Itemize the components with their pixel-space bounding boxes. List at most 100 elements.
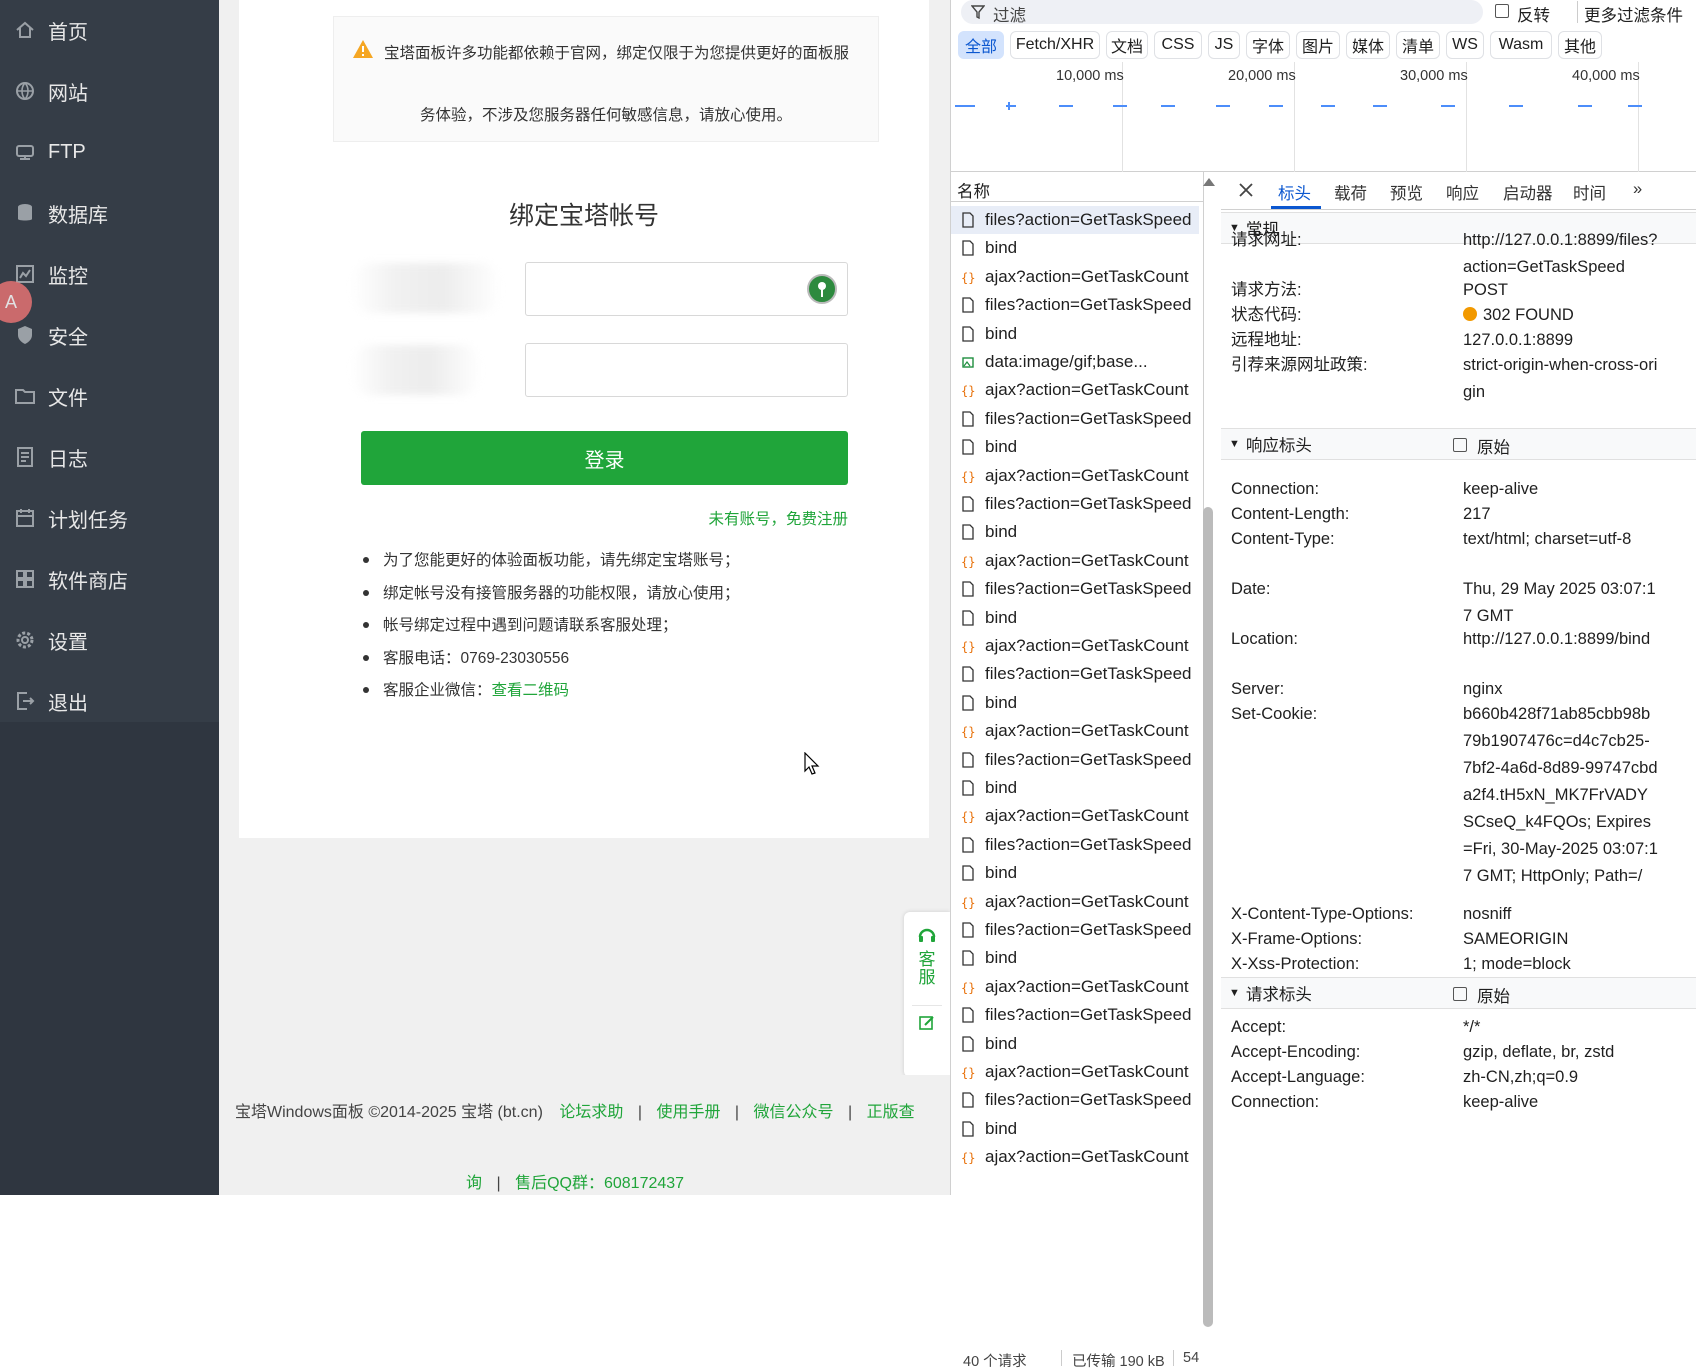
qrcode-link[interactable]: 查看二维码 (492, 682, 570, 699)
warning-icon (353, 40, 373, 58)
divider (1173, 1350, 1174, 1366)
detail-tabs: 标头 载荷 预览 响应 启动器 时间 » (1221, 172, 1696, 210)
request-row[interactable]: bind (951, 944, 1199, 972)
forum-link[interactable]: 论坛求助 (559, 1104, 623, 1121)
detail-tab[interactable]: 载荷 (1334, 180, 1367, 204)
request-row[interactable]: files?action=GetTaskSpeed (951, 405, 1199, 433)
request-name: bind (985, 948, 1018, 968)
customer-service-widget[interactable]: 客 服 (904, 912, 950, 1077)
qq-group-link[interactable]: 售后QQ群：608172437 (515, 1175, 684, 1192)
type-filter-button[interactable]: 媒体 (1346, 31, 1390, 59)
overview-timeline[interactable]: 10,000 ms 20,000 ms 30,000 ms 40,000 ms (951, 62, 1696, 172)
type-filter-button[interactable]: WS (1446, 31, 1484, 59)
request-row[interactable]: bind (951, 1030, 1199, 1058)
sidebar-item[interactable]: 设置 (0, 610, 219, 670)
scrollbar[interactable] (1203, 507, 1213, 1327)
detail-tab[interactable]: 时间 (1573, 180, 1606, 204)
request-row[interactable]: files?action=GetTaskSpeed (951, 575, 1199, 603)
request-row[interactable]: files?action=GetTaskSpeed (951, 1001, 1199, 1029)
document-icon (962, 581, 974, 597)
request-row[interactable]: {} ajax?action=GetTaskCount (951, 376, 1199, 404)
section-header[interactable]: ▼ 请求标头 原始 (1221, 977, 1696, 1009)
wechat-public-link[interactable]: 微信公众号 (754, 1104, 834, 1121)
invert-checkbox[interactable] (1495, 4, 1509, 18)
sidebar-item[interactable]: 软件商店 (0, 549, 219, 609)
sidebar-item[interactable]: 数据库 (0, 183, 219, 243)
request-row[interactable]: {} ajax?action=GetTaskCount (951, 973, 1199, 1001)
close-icon[interactable] (1239, 183, 1253, 197)
request-row[interactable]: bind (951, 689, 1199, 717)
filter-input[interactable]: 过滤 (961, 0, 1483, 25)
type-filter-button[interactable]: Wasm (1490, 31, 1552, 59)
section-header[interactable]: ▼ 响应标头 原始 (1221, 428, 1696, 460)
name-column-header[interactable]: 名称 (951, 172, 1215, 202)
manual-link[interactable]: 使用手册 (656, 1104, 720, 1121)
request-row[interactable]: bind (951, 234, 1199, 262)
request-row[interactable]: bind (951, 433, 1199, 461)
register-link[interactable]: 未有账号，免费注册 (708, 507, 848, 529)
genuine-check-link-cont[interactable]: 询 (466, 1175, 482, 1192)
request-row[interactable]: files?action=GetTaskSpeed (951, 1086, 1199, 1114)
sidebar-item[interactable]: FTP (0, 122, 219, 182)
sidebar-item[interactable]: 安全 (0, 305, 219, 365)
type-filter-button[interactable]: CSS (1154, 31, 1202, 59)
request-row[interactable]: files?action=GetTaskSpeed (951, 490, 1199, 518)
sidebar-item-label: 软件商店 (48, 570, 128, 593)
edit-icon[interactable] (918, 1014, 936, 1032)
request-row[interactable]: {} ajax?action=GetTaskCount (951, 547, 1199, 575)
request-row[interactable]: {} ajax?action=GetTaskCount (951, 802, 1199, 830)
request-row[interactable]: {} ajax?action=GetTaskCount (951, 1058, 1199, 1086)
sidebar-item[interactable]: 网站 (0, 61, 219, 121)
request-row[interactable]: files?action=GetTaskSpeed (951, 831, 1199, 859)
username-field[interactable] (525, 262, 848, 316)
login-button[interactable]: 登录 (361, 431, 848, 485)
password-field[interactable] (525, 343, 848, 397)
sidebar-item[interactable]: 首页 (0, 0, 219, 60)
xhr-icon: {} (961, 810, 975, 824)
raw-checkbox[interactable] (1453, 438, 1467, 452)
logout-icon (14, 690, 36, 712)
request-row[interactable]: {} ajax?action=GetTaskCount (951, 462, 1199, 490)
sidebar-item[interactable]: 退出 (0, 671, 219, 731)
detail-tab[interactable]: 启动器 (1503, 180, 1553, 204)
type-filter-button[interactable]: 清单 (1396, 31, 1440, 59)
type-filter-button[interactable]: Fetch/XHR (1010, 31, 1100, 59)
request-row[interactable]: {} ajax?action=GetTaskCount (951, 888, 1199, 916)
request-row[interactable]: files?action=GetTaskSpeed (951, 291, 1199, 319)
type-filter-button[interactable]: 字体 (1246, 31, 1290, 59)
request-row[interactable]: files?action=GetTaskSpeed (951, 916, 1199, 944)
raw-checkbox[interactable] (1453, 987, 1467, 1001)
type-filter-button[interactable]: 其他 (1558, 31, 1602, 59)
request-row[interactable]: data:image/gif;base... (951, 348, 1199, 376)
type-filter-button[interactable]: 图片 (1296, 31, 1340, 59)
request-row[interactable]: files?action=GetTaskSpeed (951, 660, 1199, 688)
detail-tab[interactable]: 预览 (1390, 180, 1423, 204)
request-row[interactable]: {} ajax?action=GetTaskCount (951, 717, 1199, 745)
request-row[interactable]: bind (951, 604, 1199, 632)
request-row[interactable]: bind (951, 518, 1199, 546)
type-filter-button[interactable]: 文档 (1106, 31, 1148, 59)
more-filters-button[interactable]: 更多过滤条件 (1584, 2, 1683, 26)
type-filter-button[interactable]: JS (1208, 31, 1240, 59)
request-row[interactable]: bind (951, 774, 1199, 802)
sidebar-item[interactable]: 计划任务 (0, 488, 219, 548)
sidebar-item[interactable]: 文件 (0, 366, 219, 426)
request-row[interactable]: bind (951, 320, 1199, 348)
request-name: files?action=GetTaskSpeed (985, 920, 1192, 939)
detail-tab[interactable]: 响应 (1446, 180, 1479, 204)
request-row[interactable]: {} ajax?action=GetTaskCount (951, 1143, 1199, 1171)
request-row[interactable]: bind (951, 859, 1199, 887)
timeline-request-bar (1269, 105, 1283, 107)
sidebar-item[interactable]: 日志 (0, 427, 219, 487)
request-row[interactable]: {} ajax?action=GetTaskCount (951, 263, 1199, 291)
more-tabs-icon[interactable]: » (1633, 180, 1642, 199)
password-manager-icon[interactable] (807, 274, 837, 304)
request-row[interactable]: bind (951, 1115, 1199, 1143)
request-row[interactable]: {} ajax?action=GetTaskCount (951, 632, 1199, 660)
sidebar-item[interactable]: 监控 (0, 244, 219, 304)
request-row[interactable]: files?action=GetTaskSpeed (951, 206, 1199, 234)
type-filter-button[interactable]: 全部 (958, 31, 1004, 59)
genuine-check-link[interactable]: 正版查 (867, 1104, 915, 1121)
detail-tab[interactable]: 标头 (1278, 180, 1311, 204)
request-row[interactable]: files?action=GetTaskSpeed (951, 746, 1199, 774)
